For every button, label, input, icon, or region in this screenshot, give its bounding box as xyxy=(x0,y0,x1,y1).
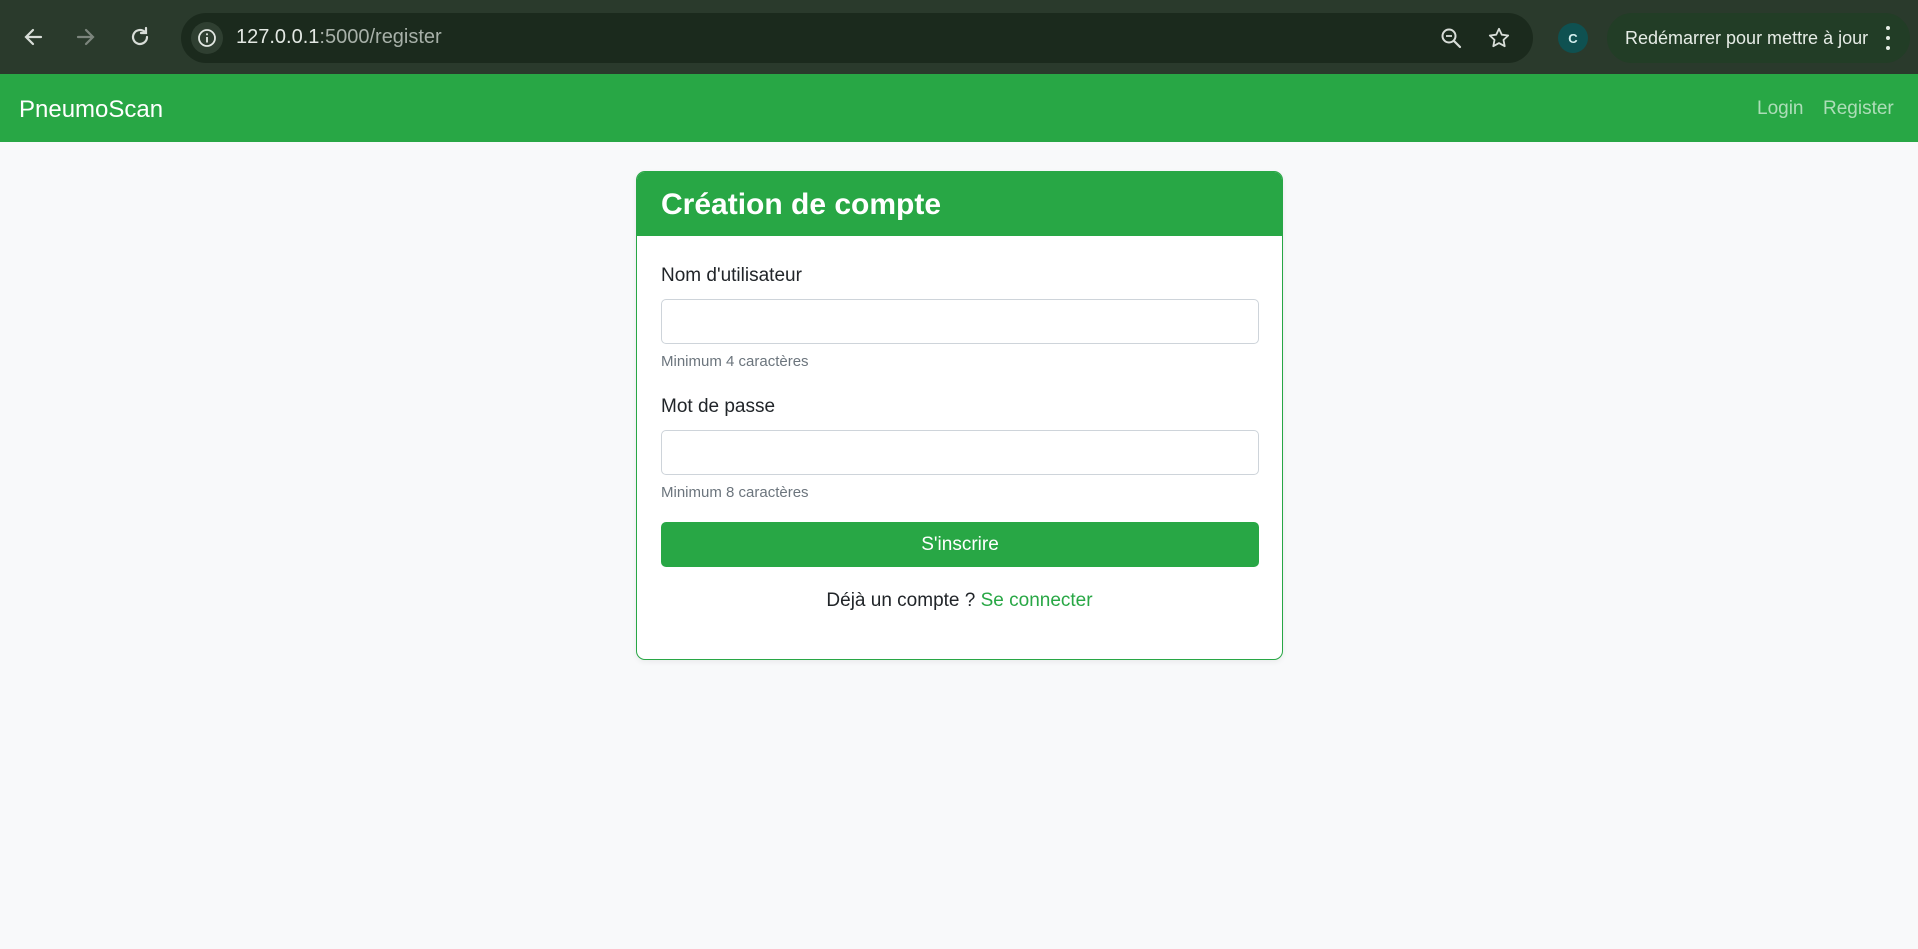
password-label: Mot de passe xyxy=(661,396,776,417)
forward-button[interactable] xyxy=(71,22,101,52)
url-host: 127.0.0.1 xyxy=(236,26,320,48)
register-card: Création de compte Nom d'utilisateur Min… xyxy=(636,171,1283,660)
more-menu-icon[interactable] xyxy=(1878,26,1898,50)
zoom-button[interactable] xyxy=(1438,25,1464,51)
zoom-icon xyxy=(1441,28,1462,49)
site-info-button[interactable] xyxy=(191,22,223,54)
login-prompt-text: Déjà un compte ? xyxy=(826,590,976,611)
back-arrow-icon xyxy=(24,28,43,46)
browser-toolbar: 127.0.0.1:5000/register C Redémarrer pou… xyxy=(0,0,1918,74)
password-input[interactable] xyxy=(661,430,1259,475)
username-label: Nom d'utilisateur xyxy=(661,265,802,286)
nav-link-login[interactable]: Login xyxy=(1757,98,1804,120)
brand-link[interactable]: PneumoScan xyxy=(19,96,163,124)
site-info-icon xyxy=(198,29,216,47)
update-label: Redémarrer pour mettre à jour xyxy=(1625,27,1869,48)
username-hint: Minimum 4 caractères xyxy=(661,353,809,370)
reload-icon xyxy=(131,26,149,46)
address-bar[interactable]: 127.0.0.1:5000/register xyxy=(181,13,1533,63)
password-hint: Minimum 8 caractères xyxy=(661,484,809,501)
restart-update-button[interactable]: Redémarrer pour mettre à jour xyxy=(1607,13,1910,63)
login-link[interactable]: Se connecter xyxy=(981,590,1093,611)
username-input[interactable] xyxy=(661,299,1259,344)
app-navbar: PneumoScan Login Register xyxy=(0,74,1918,142)
nav-link-register[interactable]: Register xyxy=(1823,98,1894,120)
profile-avatar[interactable]: C xyxy=(1558,23,1588,53)
bookmark-button[interactable] xyxy=(1486,25,1512,51)
reload-button[interactable] xyxy=(125,22,155,52)
url-text: 127.0.0.1:5000/register xyxy=(236,26,442,49)
register-button[interactable]: S'inscrire xyxy=(661,522,1259,567)
card-title: Création de compte xyxy=(637,172,1282,236)
forward-arrow-icon xyxy=(76,28,95,46)
bookmark-star-icon xyxy=(1488,27,1510,48)
back-button[interactable] xyxy=(18,22,48,52)
url-path: :5000/register xyxy=(319,26,442,48)
login-prompt: Déjà un compte ? Se connecter xyxy=(637,590,1282,612)
